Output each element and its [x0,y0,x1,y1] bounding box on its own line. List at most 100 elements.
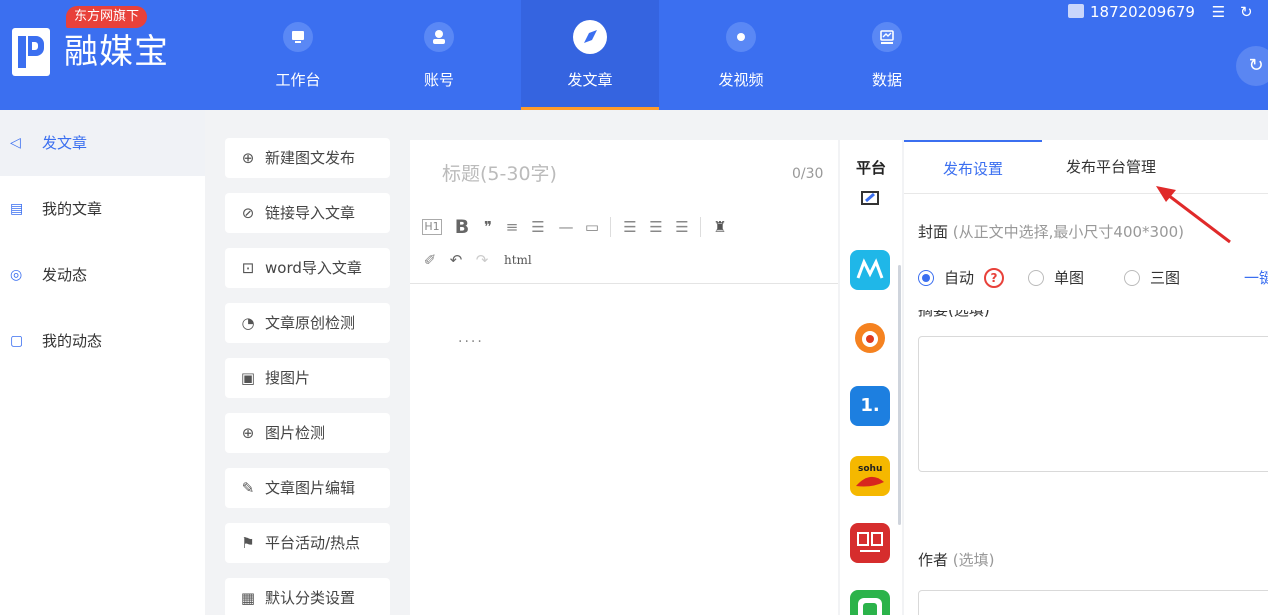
sidebar: ◁ 发文章 ▤ 我的文章 ◎ 发动态 ▢ 我的动态 [0,110,205,615]
find-icon[interactable]: ♜ [710,217,730,237]
compass-icon [573,20,607,54]
tool-label: word导入文章 [265,258,362,278]
toolbar-separator [700,217,701,237]
platform-netease-icon[interactable] [850,523,890,563]
ordered-list-icon[interactable]: ≡ [502,217,522,237]
nav-label: 发文章 [521,70,659,90]
user-icon [424,22,454,52]
radio-single[interactable] [1028,270,1044,286]
nav-data[interactable]: 数据 [826,0,948,110]
abstract-label: 摘要(选填) [918,310,990,320]
tool-label: 平台活动/热点 [265,533,360,553]
nav-label: 工作台 [237,70,359,90]
menu-icon[interactable]: ☰ [1212,3,1225,21]
platform-toutiao-icon[interactable] [850,188,890,218]
tool-image-check[interactable]: ⊕ 图片检测 [225,413,390,453]
sidebar-item-post-article[interactable]: ◁ 发文章 [0,110,205,176]
word-import-icon: ⊡ [239,259,257,277]
platform-scrollbar[interactable] [898,265,901,525]
heading-icon[interactable]: H1 [422,219,442,235]
zoom-icon: ⊕ [239,424,257,442]
brand-name: 融媒宝 [64,32,169,72]
cover-title: 封面 [918,223,948,241]
video-icon [726,22,756,52]
sidebar-item-my-dynamics[interactable]: ▢ 我的动态 [0,308,205,374]
tool-link-import[interactable]: ⊘ 链接导入文章 [225,193,390,233]
align-left-icon[interactable]: ☰ [620,217,640,237]
user-phone[interactable]: 18720209679 [1090,3,1195,21]
grid-icon: ▦ [239,589,257,607]
target-icon: ◎ [10,267,26,283]
author-title: 作者 [918,551,948,569]
tab-publish-settings[interactable]: 发布设置 [904,140,1042,194]
chat-icon: ▢ [10,333,26,349]
flag-icon: ⚑ [239,534,257,552]
sidebar-item-label: 我的动态 [42,331,102,351]
tool-image-edit[interactable]: ✎ 文章图片编辑 [225,468,390,508]
html-mode-button[interactable]: html [504,250,544,270]
edit-icon: ✎ [239,479,257,497]
svg-text:sohu: sohu [858,464,882,474]
article-body[interactable]: .... [458,330,484,346]
platform-yidian-icon[interactable]: 1. [850,386,890,426]
tool-label: 文章原创检测 [265,313,355,333]
radio-auto[interactable] [918,270,934,286]
image-search-icon: ▣ [239,369,257,387]
unordered-list-icon[interactable]: ☰ [528,217,548,237]
sidebar-item-my-articles[interactable]: ▤ 我的文章 [0,176,205,242]
nav-label: 账号 [378,70,500,90]
user-area: 18720209679 ☰ ↻ [1068,2,1253,22]
tool-label: 默认分类设置 [265,588,355,608]
logout-icon[interactable]: ↻ [1240,3,1253,21]
platform-column: 平台 1. sohu [840,140,902,615]
align-center-icon[interactable]: ☰ [646,217,666,237]
image-icon[interactable]: ▭ [582,217,602,237]
help-icon[interactable]: ? [984,268,1004,288]
clear-format-icon[interactable]: ✐ [420,250,440,270]
divider-icon[interactable]: — [556,217,576,237]
sidebar-item-post-dynamic[interactable]: ◎ 发动态 [0,242,205,308]
nav-account[interactable]: 账号 [378,0,500,110]
chart-icon [872,22,902,52]
sidebar-item-label: 发文章 [42,133,87,153]
logo-icon [12,28,50,76]
redo-icon[interactable]: ↷ [472,250,492,270]
tool-platform-events[interactable]: ⚑ 平台活动/热点 [225,523,390,563]
brand-tag: 东方网旗下 [66,6,147,28]
undo-icon[interactable]: ↶ [446,250,466,270]
align-right-icon[interactable]: ☰ [672,217,692,237]
top-bar: 东方网旗下 融媒宝 工作台 账号 发文章 发视频 数据 18720209679 … [0,0,1268,110]
title-input[interactable] [410,140,838,208]
title-char-count: 0/30 [792,164,823,184]
nav-post-video[interactable]: 发视频 [680,0,802,110]
tool-originality-check[interactable]: ◔ 文章原创检测 [225,303,390,343]
nav-post-article[interactable]: 发文章 [521,0,659,110]
tool-new-post[interactable]: ⊕ 新建图文发布 [225,138,390,178]
quote-icon[interactable]: ❞ [478,217,498,237]
link-icon: ⊘ [239,204,257,222]
platform-qier-icon[interactable] [850,318,890,358]
tool-label: 链接导入文章 [265,203,355,223]
tool-label: 图片检测 [265,423,325,443]
new-post-icon: ⊕ [239,149,257,167]
tool-label: 搜图片 [265,368,310,388]
nav-workbench[interactable]: 工作台 [237,0,359,110]
platform-sohu-icon[interactable]: sohu [850,456,890,496]
refresh-icon[interactable]: ↻ [1236,46,1268,86]
author-input[interactable] [918,590,1268,615]
platform-baijiahao-icon[interactable] [850,250,890,290]
toolbar-separator [610,217,611,237]
document-icon: ▤ [10,201,26,217]
tool-default-category[interactable]: ▦ 默认分类设置 [225,578,390,615]
platform-heading: 平台 [856,158,886,178]
tool-word-import[interactable]: ⊡ word导入文章 [225,248,390,288]
bold-icon[interactable]: B [452,217,472,237]
annotation-arrow-icon [1150,180,1240,250]
platform-qutoutiao-icon[interactable] [850,590,890,615]
tool-image-search[interactable]: ▣ 搜图片 [225,358,390,398]
check-icon: ◔ [239,314,257,332]
radio-triple[interactable] [1124,270,1140,286]
abstract-input[interactable] [918,336,1268,472]
onekey-link[interactable]: 一键 [1244,268,1268,288]
sidebar-item-label: 发动态 [42,265,87,285]
